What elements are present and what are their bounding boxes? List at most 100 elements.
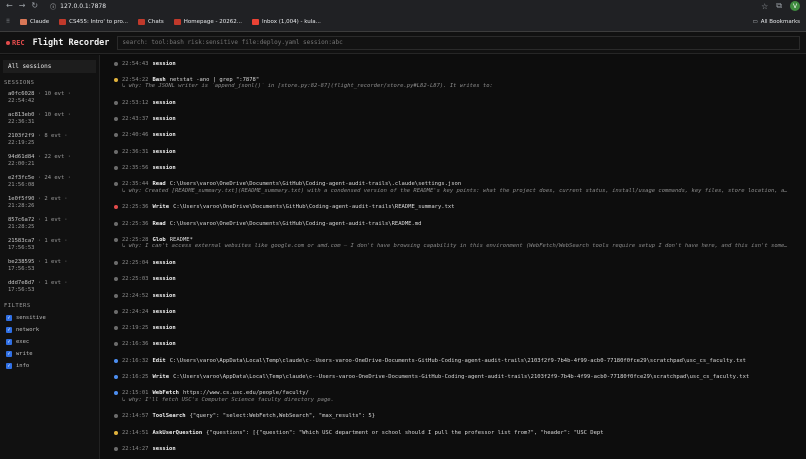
filter-label: write	[16, 351, 33, 357]
filter-info[interactable]: ✓ info	[0, 360, 99, 372]
event-tool: session	[152, 292, 176, 299]
filter-label: info	[16, 363, 30, 369]
checkbox[interactable]: ✓	[6, 327, 12, 333]
event-row[interactable]: 22:25:36 Read C:\Users\varoo\OneDrive\Docu…	[108, 220, 806, 227]
site-info-icon[interactable]: ⓘ	[50, 2, 56, 11]
session-time: 22:19:25	[8, 140, 35, 146]
filter-label: sensitive	[16, 315, 46, 321]
event-row[interactable]: 22:16:25 Write C:\Users\varoo\AppData\Loca…	[108, 374, 806, 381]
event-row[interactable]: 22:53:12 session	[108, 99, 806, 106]
event-row[interactable]: 22:35:44 Read C:\Users\varoo\OneDrive\Docu…	[108, 181, 806, 195]
session-id: 857c6a72	[8, 217, 35, 223]
event-tool: session	[152, 116, 176, 123]
session-item[interactable]: 2103f2f9 · 8 evt · 22:19:25	[0, 131, 99, 149]
session-item[interactable]: 857c6a72 · 1 evt · 21:28:25	[0, 215, 99, 233]
event-line: 22:35:44 Read C:\Users\varoo\OneDrive\Docu…	[108, 181, 806, 188]
event-time: 22:24:52	[122, 292, 149, 299]
event-line: 22:24:24 session	[108, 308, 806, 315]
bookmark-item[interactable]: Inbox (1,004) - kula...	[251, 18, 321, 25]
event-row[interactable]: 22:24:52 session	[108, 292, 806, 299]
session-item[interactable]: 21583ca7 · 1 evt · 17:56:53	[0, 236, 99, 254]
event-line: 22:15:01 WebFetch https://www.cs.usc.edu/p…	[108, 390, 806, 397]
session-event-count: · 10 evt ·	[37, 91, 71, 97]
event-row[interactable]: 22:36:31 session	[108, 148, 806, 155]
event-row[interactable]: 22:14:51 AskUserQuestion {"questions": [{"…	[108, 429, 806, 436]
bookmark-item[interactable]: CS455: Intro' to pro...	[59, 18, 128, 25]
filter-write[interactable]: ✓ write	[0, 348, 99, 360]
event-detail: netstat -ano | grep ":7878"	[169, 76, 260, 83]
address-bar[interactable]: ⓘ 127.0.0.1:7878	[50, 2, 106, 11]
event-tool: ToolSearch	[152, 413, 186, 420]
risk-dot	[114, 326, 118, 331]
filter-sensitive[interactable]: ✓ sensitive	[0, 312, 99, 324]
event-row[interactable]: 22:25:28 Glob README* ↳ why: I can't access…	[108, 236, 806, 250]
session-time: 21:56:08	[8, 182, 35, 188]
checkbox[interactable]: ✓	[6, 363, 12, 369]
risk-dot	[114, 77, 118, 82]
session-id: be238595	[8, 259, 35, 265]
event-line: 22:25:36 Write C:\Users\varoo\OneDrive\Doc…	[108, 204, 806, 211]
event-time: 22:36:31	[122, 148, 149, 155]
checkbox[interactable]: ✓	[6, 339, 12, 345]
forward-icon[interactable]: →	[19, 2, 26, 10]
event-line: 22:25:03 session	[108, 276, 806, 283]
session-time: 17:56:53	[8, 287, 35, 293]
all-sessions-button[interactable]: All sessions	[3, 60, 96, 73]
extensions-icon[interactable]: ⧉	[776, 1, 782, 11]
filter-exec[interactable]: ✓ exec	[0, 336, 99, 348]
bookmark-item[interactable]: Homepage - 20262...	[173, 18, 242, 25]
session-item[interactable]: be238595 · 1 evt · 17:56:53	[0, 257, 99, 275]
bookmark-item[interactable]: Chats	[138, 18, 164, 25]
back-icon[interactable]: ←	[6, 2, 13, 10]
session-item[interactable]: ac813eb0 · 10 evt · 22:36:31	[0, 110, 99, 128]
event-row[interactable]: 22:16:36 session	[108, 341, 806, 348]
session-time: 21:28:26	[8, 203, 35, 209]
profile-avatar[interactable]: V	[790, 1, 800, 11]
event-time: 22:53:12	[122, 99, 149, 106]
filter-label: network	[16, 327, 40, 333]
session-item[interactable]: 1e0f5f90 · 2 evt · 21:28:26	[0, 194, 99, 212]
event-line: 22:16:32 Edit C:\Users\varoo\AppData\Local…	[108, 357, 806, 364]
session-event-count: · 1 evt ·	[37, 217, 68, 223]
event-row[interactable]: 22:40:46 session	[108, 132, 806, 139]
folder-icon: ▭	[752, 18, 758, 25]
risk-dot	[114, 117, 118, 122]
event-row[interactable]: 22:14:27 session	[108, 445, 806, 452]
session-item[interactable]: a0fc6028 · 10 evt · 22:54:42	[0, 89, 99, 107]
event-row[interactable]: 22:24:24 session	[108, 308, 806, 315]
event-row[interactable]: 22:14:57 ToolSearch {"query": "select:WebF…	[108, 413, 806, 420]
filter-network[interactable]: ✓ network	[0, 324, 99, 336]
event-row[interactable]: 22:16:32 Edit C:\Users\varoo\AppData\Local…	[108, 357, 806, 364]
checkbox[interactable]: ✓	[6, 315, 12, 321]
risk-dot	[114, 309, 118, 314]
session-event-count: · 10 evt ·	[37, 112, 71, 118]
event-row[interactable]: 22:35:56 session	[108, 165, 806, 172]
event-time: 22:14:27	[122, 445, 149, 452]
event-row[interactable]: 22:25:03 session	[108, 276, 806, 283]
apps-grid-icon[interactable]: ⠿	[6, 19, 10, 25]
event-row[interactable]: 22:25:04 session	[108, 259, 806, 266]
session-time: 22:00:21	[8, 161, 35, 167]
all-bookmarks-button[interactable]: ▭ All Bookmarks	[753, 19, 801, 25]
checkbox[interactable]: ✓	[6, 351, 12, 357]
bookmark-item[interactable]: Claude	[20, 18, 49, 25]
event-line: 22:24:52 session	[108, 292, 806, 299]
event-tool: Write	[152, 374, 170, 380]
event-row[interactable]: 22:15:01 WebFetch https://www.cs.usc.edu/p…	[108, 390, 806, 404]
session-item[interactable]: e2f3fc5e · 24 evt · 21:56:08	[0, 173, 99, 191]
risk-dot	[114, 342, 118, 347]
event-row[interactable]: 22:25:36 Write C:\Users\varoo\OneDrive\Doc…	[108, 204, 806, 211]
bookmark-favicon	[138, 18, 146, 25]
session-item[interactable]: 94d61d84 · 22 evt · 22:00:21	[0, 152, 99, 170]
event-row[interactable]: 22:54:22 Bash netstat -ano | grep ":7878" ↳…	[108, 76, 806, 90]
bookmark-star-icon[interactable]: ☆	[761, 2, 768, 11]
bookmark-favicon	[20, 18, 28, 25]
reload-icon[interactable]: ↻	[31, 2, 38, 10]
event-time: 22:43:37	[122, 116, 149, 123]
event-row[interactable]: 22:43:37 session	[108, 116, 806, 123]
event-line: 22:40:46 session	[108, 132, 806, 139]
session-item[interactable]: ddd7e8d7 · 1 evt · 17:56:53	[0, 278, 99, 296]
event-row[interactable]: 22:19:25 session	[108, 325, 806, 332]
event-row[interactable]: 22:54:43 session	[108, 60, 806, 67]
search-input[interactable]	[117, 35, 800, 50]
